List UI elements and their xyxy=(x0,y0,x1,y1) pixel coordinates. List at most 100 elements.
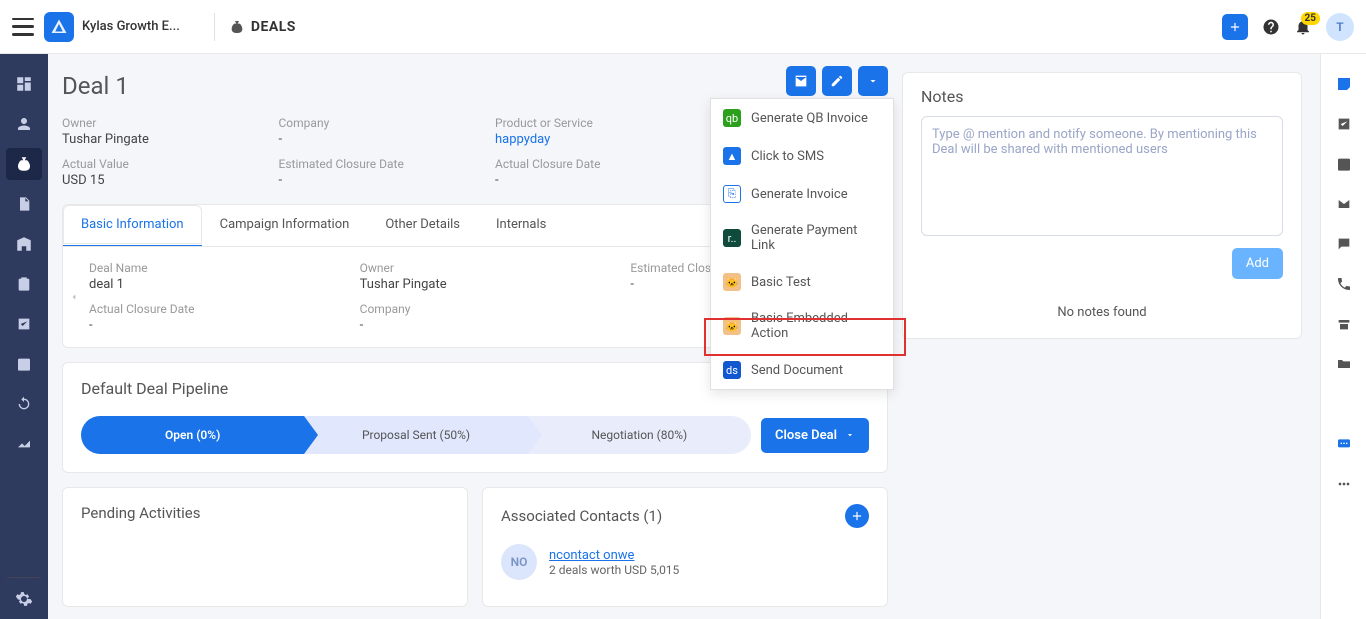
right-sidebar xyxy=(1320,54,1366,619)
chart-icon xyxy=(16,436,32,452)
sidebar-reports[interactable] xyxy=(6,428,42,460)
dropdown-item-label: Basic Test xyxy=(751,275,811,290)
caret-down-icon xyxy=(867,75,879,87)
tab-prev-button[interactable] xyxy=(69,289,79,305)
hamburger-menu[interactable] xyxy=(12,18,34,36)
dropdown-item[interactable]: 🐱 Basic Test xyxy=(711,263,893,301)
rs-calendar[interactable] xyxy=(1328,148,1360,180)
contact-subtext: 2 deals worth USD 5,015 xyxy=(549,563,679,577)
dropdown-item[interactable]: ▲ Click to SMS xyxy=(711,137,893,175)
edit-button[interactable] xyxy=(822,66,852,96)
close-deal-label: Close Deal xyxy=(775,428,837,443)
field-label: Company xyxy=(279,116,456,130)
pencil-icon xyxy=(830,74,844,88)
sidebar-deals[interactable] xyxy=(6,148,42,180)
field-value: Tushar Pingate xyxy=(360,277,591,292)
checkbox-icon xyxy=(1336,116,1352,132)
field-label: Actual Closure Date xyxy=(89,302,320,316)
rs-notes[interactable] xyxy=(1328,68,1360,100)
rs-download[interactable] xyxy=(1328,388,1360,420)
help-icon xyxy=(1262,18,1280,36)
notes-title: Notes xyxy=(903,73,1301,116)
dropdown-item-label: Click to SMS xyxy=(751,149,824,164)
field-label: Actual Closure Date xyxy=(495,157,672,171)
checkbox-icon xyxy=(16,316,32,332)
pipeline-stage[interactable]: Open (0%) xyxy=(81,416,304,454)
tab-campaign-information[interactable]: Campaign Information xyxy=(202,205,368,246)
rs-email[interactable] xyxy=(1328,188,1360,220)
notification-badge: 25 xyxy=(1301,12,1320,25)
money-bag-icon xyxy=(229,19,245,35)
tab-basic-information[interactable]: Basic Information xyxy=(63,205,202,246)
pipeline-stages: Open (0%)Proposal Sent (50%)Negotiation … xyxy=(81,416,751,454)
dropdown-item-label: Basic Embedded Action xyxy=(751,311,881,341)
email-button[interactable] xyxy=(786,66,816,96)
sms-icon xyxy=(1336,436,1352,452)
rs-chat[interactable] xyxy=(1328,228,1360,260)
sidebar-sync[interactable] xyxy=(6,388,42,420)
brand-logo[interactable] xyxy=(44,12,74,42)
tab-other-details[interactable]: Other Details xyxy=(367,205,478,246)
notes-input[interactable]: Type @ mention and notify someone. By me… xyxy=(921,116,1283,236)
rs-tasks[interactable] xyxy=(1328,108,1360,140)
caret-down-icon xyxy=(845,430,855,440)
sync-icon xyxy=(16,396,32,412)
breadcrumb[interactable]: DEALS xyxy=(229,15,296,39)
rs-files[interactable] xyxy=(1328,348,1360,380)
sidebar-tasks[interactable] xyxy=(6,308,42,340)
help-button[interactable] xyxy=(1262,18,1280,36)
close-deal-button[interactable]: Close Deal xyxy=(761,418,869,453)
plus-icon xyxy=(1228,20,1242,34)
dropdown-item-icon: 🐱 xyxy=(723,273,741,291)
note-icon xyxy=(1335,75,1353,93)
dropdown-item-icon: ▲ xyxy=(723,147,741,165)
notes-card: Notes Type @ mention and notify someone.… xyxy=(902,72,1302,339)
sidebar-settings[interactable] xyxy=(6,577,42,609)
rs-call[interactable] xyxy=(1328,268,1360,300)
top-bar: Kylas Growth E... DEALS 25 T xyxy=(0,0,1366,54)
file-icon xyxy=(16,196,32,212)
separator xyxy=(214,13,215,41)
contact-avatar: NO xyxy=(501,544,537,580)
sidebar-calendar[interactable] xyxy=(6,348,42,380)
download-icon xyxy=(1337,397,1351,411)
sidebar-companies[interactable] xyxy=(6,228,42,260)
phone-icon xyxy=(1336,276,1352,292)
user-avatar[interactable]: T xyxy=(1326,13,1354,41)
add-contact-button[interactable] xyxy=(845,504,869,528)
dropdown-item[interactable]: dsSend Document xyxy=(711,351,893,389)
dropdown-item[interactable]: 🐱Basic Embedded Action xyxy=(711,301,893,351)
sidebar-documents[interactable] xyxy=(6,188,42,220)
sidebar-dashboard[interactable] xyxy=(6,68,42,100)
dropdown-item[interactable]: r..Generate Payment Link xyxy=(711,213,893,263)
pending-activities-card: Pending Activities xyxy=(62,487,468,607)
sidebar-contacts[interactable] xyxy=(6,108,42,140)
more-actions-button[interactable] xyxy=(858,66,888,96)
rs-sms[interactable] xyxy=(1328,428,1360,460)
folder-icon xyxy=(1336,356,1352,372)
dropdown-item[interactable]: ⎘Generate Invoice xyxy=(711,175,893,213)
dropdown-item[interactable]: qbGenerate QB Invoice xyxy=(711,99,893,137)
rs-badge[interactable] xyxy=(1328,308,1360,340)
product-link[interactable]: happyday xyxy=(495,132,672,147)
notes-add-button[interactable]: Add xyxy=(1232,248,1283,279)
rs-more[interactable] xyxy=(1328,468,1360,500)
pipeline-stage[interactable]: Negotiation (80%) xyxy=(528,416,751,454)
field-label: Owner xyxy=(62,116,239,130)
gear-icon xyxy=(15,590,33,608)
email-icon xyxy=(793,73,809,89)
field-label: Company xyxy=(360,302,591,316)
field-label: Actual Value xyxy=(62,157,239,171)
contact-name-link[interactable]: ncontact onwe xyxy=(549,548,679,563)
notes-empty-text: No notes found xyxy=(903,291,1301,338)
dropdown-item-icon: qb xyxy=(723,109,741,127)
dropdown-item-label: Generate Invoice xyxy=(751,187,848,202)
notifications-button[interactable]: 25 xyxy=(1294,18,1312,36)
chat-icon xyxy=(1336,236,1352,252)
sidebar-clipboard[interactable] xyxy=(6,268,42,300)
global-add-button[interactable] xyxy=(1222,14,1248,40)
dropdown-item-label: Send Document xyxy=(751,363,843,378)
associated-contacts-title: Associated Contacts (1) xyxy=(501,507,662,525)
tab-internals[interactable]: Internals xyxy=(478,205,564,246)
pipeline-stage[interactable]: Proposal Sent (50%) xyxy=(304,416,527,454)
